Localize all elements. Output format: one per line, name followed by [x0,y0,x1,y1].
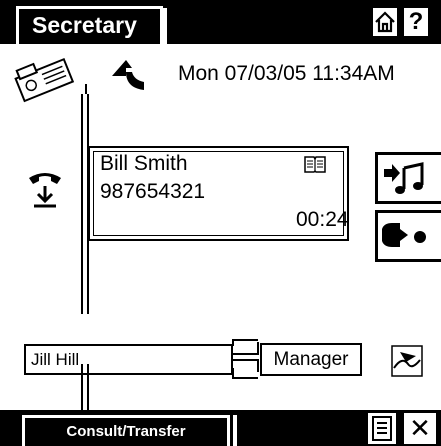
title-tab-divider [163,8,167,44]
caller-name: Bill Smith [100,152,188,175]
phone-pickup-icon[interactable] [26,168,64,212]
datetime-display: Mon 07/03/05 11:34AM [178,62,395,85]
app-title: Secretary [16,6,163,44]
list-button[interactable] [366,411,398,446]
record-call-button[interactable] [375,210,441,262]
fax-phone-icon [14,57,75,103]
list-icon [372,416,392,441]
consult-transfer-button[interactable]: Consult/Transfer [22,415,230,446]
home-icon [375,11,395,33]
bottom-bar-divider [233,415,237,446]
help-button[interactable]: ? [402,6,430,38]
signature-icon[interactable] [380,342,432,380]
call-timer: 00:24 [296,208,349,231]
music-hold-icon [384,162,424,194]
caller-number: 987654321 [100,180,206,203]
phonebook-icon[interactable] [304,155,326,173]
transfer-target-field[interactable]: Manager [260,343,362,376]
home-button[interactable] [371,6,399,38]
close-button[interactable]: ✕ [402,411,438,446]
connected-party-field[interactable]: Jill Hill [24,344,233,375]
record-icon [382,223,426,247]
transfer-arrow-icon[interactable] [110,58,146,96]
music-on-hold-button[interactable] [375,152,441,204]
